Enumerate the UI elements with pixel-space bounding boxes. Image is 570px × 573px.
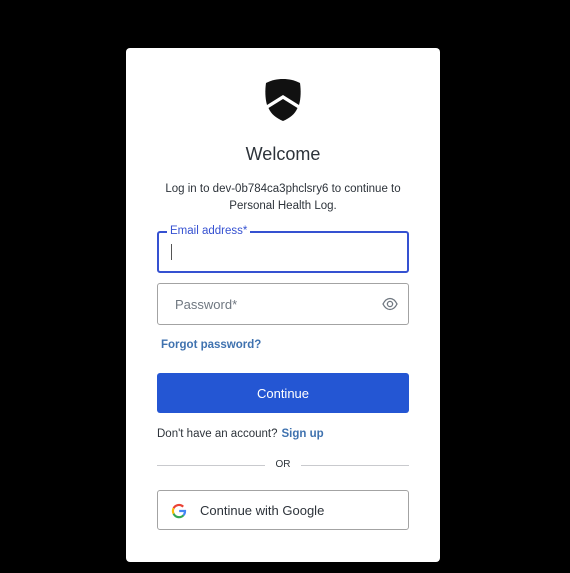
continue-button[interactable]: Continue [157,373,409,413]
email-field[interactable]: Email address* [157,224,409,273]
signup-prompt: Don't have an account? [157,428,278,440]
or-divider: OR [157,458,409,472]
login-card: Welcome Log in to dev-0b784ca3phclsry6 t… [126,48,440,562]
continue-with-google-button[interactable]: Continue with Google [157,490,409,530]
password-field[interactable] [157,283,409,325]
shield-logo-icon [265,79,301,121]
google-icon [171,503,187,519]
login-description: Log in to dev-0b784ca3phclsry6 to contin… [165,183,401,212]
password-input[interactable] [158,284,408,324]
signup-row: Don't have an account? Sign up [157,428,324,440]
divider-line-right [301,465,409,466]
eye-icon[interactable] [382,297,398,311]
forgot-password-link[interactable]: Forgot password? [161,339,261,351]
page-title: Welcome [245,144,321,164]
google-button-label: Continue with Google [200,503,325,518]
email-input[interactable] [159,233,407,271]
text-cursor [171,244,172,260]
sign-up-link[interactable]: Sign up [281,428,323,440]
